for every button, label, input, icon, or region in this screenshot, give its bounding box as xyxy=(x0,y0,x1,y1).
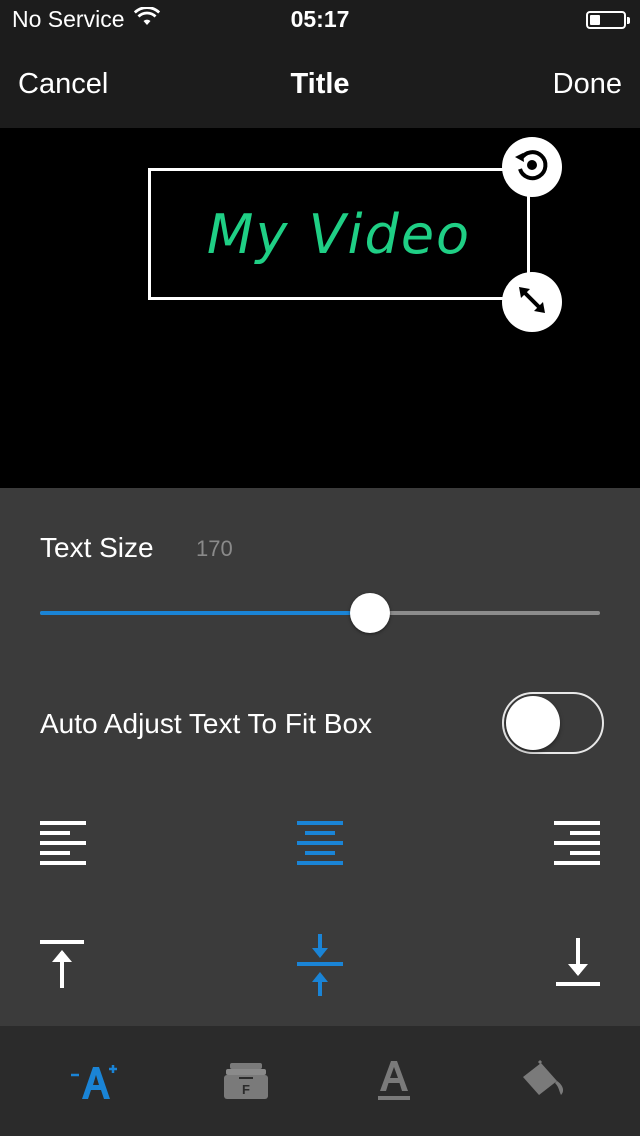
align-center-icon xyxy=(297,821,343,865)
fill-color-icon xyxy=(523,1059,564,1095)
done-button[interactable]: Done xyxy=(553,68,622,101)
auto-adjust-toggle[interactable] xyxy=(502,692,604,754)
text-size-label: Text Size xyxy=(40,532,154,563)
align-left-icon xyxy=(40,821,86,865)
battery-icon xyxy=(586,11,630,29)
align-top-button[interactable] xyxy=(38,938,88,988)
title-text: My Video xyxy=(206,202,472,266)
navigation-bar: Cancel Title Done xyxy=(0,40,640,128)
slider-fill xyxy=(40,611,371,615)
align-bottom-button[interactable] xyxy=(554,938,604,988)
tab-text-color[interactable] xyxy=(364,1056,424,1106)
align-right-icon xyxy=(554,821,600,865)
text-settings-panel: Text Size 170 Auto Adjust Text To Fit Bo… xyxy=(0,488,640,1026)
resize-icon xyxy=(514,282,550,323)
status-bar: No Service 05:17 xyxy=(0,0,640,40)
text-size-slider[interactable] xyxy=(40,593,600,633)
svg-text:F: F xyxy=(242,1082,250,1097)
status-time: 05:17 xyxy=(290,6,350,32)
align-top-icon xyxy=(40,940,84,988)
text-size-icon xyxy=(71,1065,117,1099)
font-icon: F xyxy=(224,1063,268,1099)
align-left-button[interactable] xyxy=(38,818,88,868)
tab-fill-color[interactable] xyxy=(514,1056,574,1106)
resize-handle[interactable] xyxy=(502,272,562,332)
tab-font[interactable]: F xyxy=(216,1056,276,1106)
align-bottom-icon xyxy=(556,938,600,986)
tab-text-size[interactable] xyxy=(66,1056,126,1106)
title-text-box[interactable]: My Video xyxy=(148,168,530,300)
tab-bar: F xyxy=(0,1026,640,1136)
auto-adjust-label: Auto Adjust Text To Fit Box xyxy=(40,708,373,739)
align-middle-icon xyxy=(297,934,343,996)
video-preview: My Video xyxy=(0,128,640,488)
cancel-button[interactable]: Cancel xyxy=(18,68,108,101)
toggle-knob xyxy=(506,696,560,750)
slider-thumb[interactable] xyxy=(350,593,391,633)
align-middle-button[interactable] xyxy=(295,934,345,996)
text-color-icon xyxy=(378,1061,410,1100)
rotate-handle[interactable] xyxy=(502,137,562,197)
align-center-button[interactable] xyxy=(295,818,345,868)
align-right-button[interactable] xyxy=(552,818,602,868)
rotate-icon xyxy=(512,145,552,190)
text-size-value: 170 xyxy=(196,536,233,561)
